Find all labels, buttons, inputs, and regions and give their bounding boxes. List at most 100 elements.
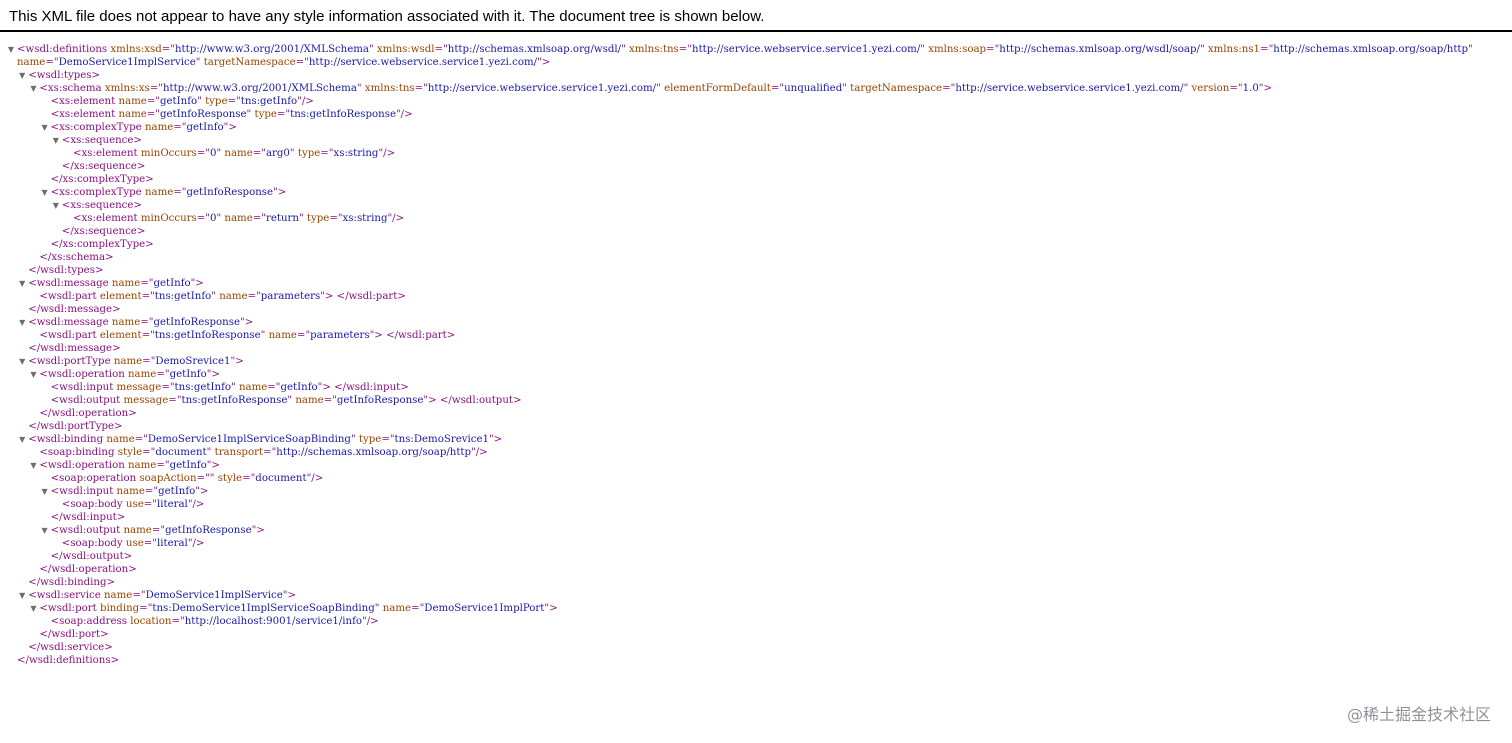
xml-tag-token: " <box>920 44 929 55</box>
xml-tag-token: <wsdl:message <box>28 278 112 289</box>
xml-tag-token: =" <box>146 109 160 120</box>
xml-tag-token: " <box>374 603 383 614</box>
xml-tag-token: =" <box>267 382 281 393</box>
xml-tag-token: </wsdl:binding> <box>28 577 116 588</box>
xml-attribute-value: getInfo <box>169 369 207 380</box>
xml-attribute-value: http://localhost:9001/service1/info <box>184 616 363 627</box>
xml-tag-token: =" <box>196 213 210 224</box>
xml-line: <soap:operation soapAction="" style="doc… <box>51 472 324 485</box>
xml-attribute-name: name <box>123 525 152 536</box>
xml-attribute-name: name <box>268 330 297 341</box>
xml-attribute-value: http://schemas.xmlsoap.org/soap/http <box>276 447 472 458</box>
xml-line: </xs:complexType> <box>51 173 154 186</box>
xml-attribute-value: getInfo <box>169 460 207 471</box>
xml-tag-token: =" <box>252 213 266 224</box>
collapse-triangle-icon[interactable]: ▼ <box>17 69 27 82</box>
xml-tag-token: =" <box>143 538 157 549</box>
xml-attribute-name: transport <box>214 447 264 458</box>
xml-tag-token: "> </wsdl:input> <box>317 382 409 393</box>
xml-tag-token: =" <box>770 83 785 94</box>
collapse-triangle-icon[interactable]: ▼ <box>28 82 38 95</box>
xml-attribute-name: xmlns:tns <box>629 44 679 55</box>
xml-tag-token: <wsdl:part <box>39 330 100 341</box>
collapse-triangle-icon[interactable]: ▼ <box>28 459 38 472</box>
xml-tag-token: =" <box>1260 44 1274 55</box>
xml-attribute-value: tns:getInfo <box>154 291 212 302</box>
collapse-triangle-icon[interactable]: ▼ <box>17 316 27 329</box>
xml-tag-token: " <box>656 83 665 94</box>
site-watermark: @稀土掘金技术社区 <box>1346 705 1491 724</box>
xml-info-message: This XML file does not appear to have an… <box>9 8 765 25</box>
xml-attribute-name: soapAction <box>139 473 197 484</box>
xml-tag-token: </xs:sequence> <box>61 161 146 172</box>
collapse-triangle-icon[interactable]: ▼ <box>28 602 38 615</box>
xml-attribute-value: http://schemas.xmlsoap.org/wsdl/ <box>447 44 622 55</box>
xml-attribute-value: tns:DemoSrevice1 <box>394 434 489 445</box>
collapse-triangle-icon[interactable]: ▼ <box>40 121 50 134</box>
xml-line: <wsdl:message name="getInfo"> <box>28 277 204 290</box>
xml-line: <wsdl:portType name="DemoSrevice1"> <box>28 355 244 368</box>
xml-line: <xs:schema xmlns:xs="http://www.w3.org/2… <box>39 82 1272 95</box>
xml-attribute-value: tns:getInfoResponse <box>290 109 396 120</box>
collapse-triangle-icon[interactable]: ▼ <box>51 134 61 147</box>
collapse-triangle-icon[interactable]: ▼ <box>17 277 27 290</box>
xml-tag-token: " <box>356 83 365 94</box>
xml-tag-token: =" <box>173 122 187 133</box>
xml-attribute-value: http://service.webservice.service1.yezi.… <box>692 44 921 55</box>
xml-attribute-value: getInfo <box>158 486 196 497</box>
collapse-triangle-icon[interactable]: ▼ <box>40 524 50 537</box>
xml-attribute-value: getInfoResponse <box>165 525 252 536</box>
xml-tag-token: =" <box>252 148 266 159</box>
xml-attribute-name: use <box>125 499 144 510</box>
xml-tag-token: "> <box>206 460 220 471</box>
xml-tag-token: " <box>368 44 377 55</box>
xml-line: </wsdl:types> <box>28 264 103 277</box>
xml-attribute-value: http://service.webservice.service1.yezi.… <box>308 57 538 68</box>
xml-attribute-name: name <box>113 356 143 367</box>
xml-tag-token: </wsdl:input> <box>50 512 126 523</box>
xml-attribute-value: http://service.webservice.service1.yezi.… <box>955 83 1184 94</box>
xml-tag-token: </wsdl:types> <box>28 265 104 276</box>
xml-tag-token: <wsdl:definitions <box>17 44 111 55</box>
xml-attribute-name: type <box>254 109 277 120</box>
xml-tag-token: =" <box>149 83 163 94</box>
collapse-triangle-icon[interactable]: ▼ <box>40 186 50 199</box>
collapse-triangle-icon[interactable]: ▼ <box>6 43 16 56</box>
xml-tag-token: <soap:body <box>61 538 126 549</box>
xml-attribute-name: name <box>17 57 46 68</box>
xml-tag-token: =" <box>276 109 291 120</box>
xml-tag-token: <wsdl:operation <box>39 369 128 380</box>
xml-attribute-value: xs:string <box>342 213 388 224</box>
collapse-triangle-icon[interactable]: ▼ <box>51 199 61 212</box>
xml-attribute-name: xmlns:wsdl <box>376 44 435 55</box>
xml-tag-token: =" <box>156 460 170 471</box>
xml-tag-token: =" <box>161 44 175 55</box>
xml-tag-token: =" <box>381 434 395 445</box>
xml-attribute-value: getInfo <box>153 278 191 289</box>
xml-attribute-value: tns:getInfo <box>174 382 231 393</box>
collapse-triangle-icon[interactable]: ▼ <box>17 355 27 368</box>
collapse-triangle-icon[interactable]: ▼ <box>17 433 27 446</box>
xml-attribute-value: DemoService1ImplServiceSoapBinding <box>147 434 351 445</box>
xml-tag-token: "> <box>223 122 237 133</box>
xml-tag-token: " <box>289 148 298 159</box>
xml-tag-token: </wsdl:service> <box>28 642 113 653</box>
xml-attribute-name: minOccurs <box>140 148 197 159</box>
xml-attribute-name: name <box>116 486 145 497</box>
xml-attribute-value: getInfoResponse <box>160 109 247 120</box>
collapse-triangle-icon[interactable]: ▼ <box>28 368 38 381</box>
xml-attribute-name: type <box>358 434 382 445</box>
xml-line: <soap:body use="literal"/> <box>62 537 205 550</box>
xml-attribute-value: xs:string <box>333 148 379 159</box>
xml-attribute-value: getInfo <box>280 382 318 393</box>
xml-attribute-name: type <box>205 96 228 107</box>
xml-attribute-value: literal <box>156 499 188 510</box>
xml-attribute-value: http://www.w3.org/2001/XMLSchema <box>162 83 357 94</box>
xml-line: </wsdl:portType> <box>28 420 122 433</box>
xml-attribute-name: element <box>99 330 142 341</box>
collapse-triangle-icon[interactable]: ▼ <box>40 485 50 498</box>
xml-tag-token: "/> <box>297 96 314 107</box>
collapse-triangle-icon[interactable]: ▼ <box>17 589 27 602</box>
xml-tag-token: "/> <box>306 473 324 484</box>
xml-tag-token: =" <box>142 356 156 367</box>
